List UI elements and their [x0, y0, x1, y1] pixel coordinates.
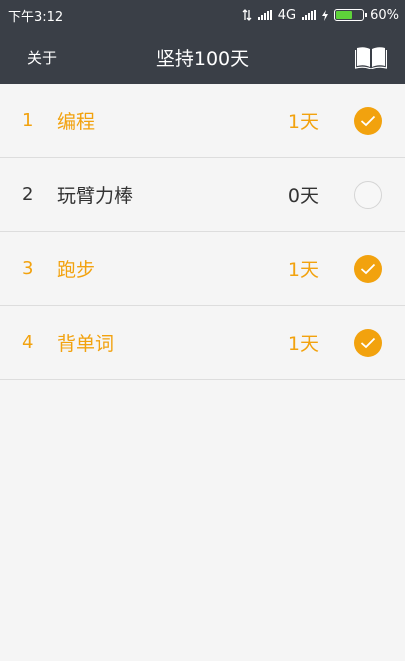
task-name: 跑步: [57, 259, 96, 281]
task-name: 背单词: [57, 333, 115, 355]
data-transfer-icon: [242, 9, 252, 21]
task-name: 编程: [57, 111, 96, 133]
task-days: 0天: [287, 185, 319, 207]
task-name: 玩臂力棒: [57, 185, 134, 207]
about-button[interactable]: 关于: [27, 47, 57, 68]
battery-percent: 60%: [370, 7, 399, 23]
checkmark-icon[interactable]: [354, 328, 382, 357]
task-list: 1 编程 1天 2 玩臂力棒 0天 3 跑步 1天 4 背单词 1天: [0, 84, 405, 380]
book-icon[interactable]: [355, 45, 387, 69]
task-index: 1: [22, 110, 34, 131]
task-index: 3: [22, 258, 34, 279]
status-time: 下午3:12: [8, 9, 64, 25]
task-days: 1天: [287, 111, 319, 133]
charging-icon: [322, 9, 329, 21]
task-index: 4: [22, 332, 34, 353]
checkmark-icon[interactable]: [354, 254, 382, 283]
task-index: 2: [22, 184, 34, 205]
signal-icon-2: [302, 10, 317, 20]
task-days: 1天: [287, 259, 319, 281]
checkmark-icon[interactable]: [354, 106, 382, 135]
status-bar: 下午3:12 4G 60%: [0, 0, 405, 30]
signal-icon: [257, 10, 272, 20]
task-days: 1天: [287, 333, 319, 355]
app-bar: 关于 坚持100天: [0, 30, 405, 84]
battery-icon: [334, 9, 368, 21]
status-icons: 4G 60%: [242, 8, 399, 23]
task-row[interactable]: 3 跑步 1天: [0, 232, 405, 306]
unchecked-circle-icon[interactable]: [354, 180, 382, 209]
task-row[interactable]: 2 玩臂力棒 0天: [0, 158, 405, 232]
task-row[interactable]: 4 背单词 1天: [0, 306, 405, 380]
task-row[interactable]: 1 编程 1天: [0, 84, 405, 158]
network-type: 4G: [277, 7, 297, 23]
page-title: 坚持100天: [155, 47, 250, 70]
